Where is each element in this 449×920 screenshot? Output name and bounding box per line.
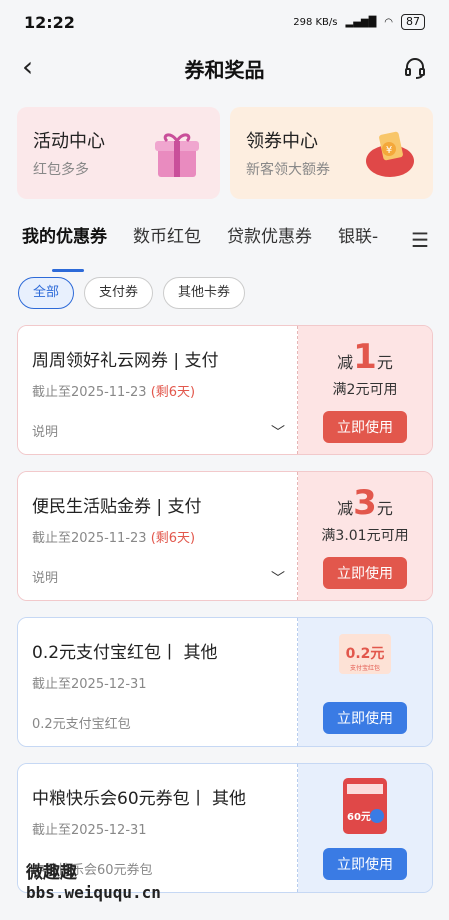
- tab-my-coupons[interactable]: 我的优惠券: [22, 222, 107, 272]
- status-bar: 12:22 298 KB/s ▂▄▆█ ◠ 87: [0, 0, 449, 44]
- coupon-date: 截止至2025-12-31: [32, 823, 147, 838]
- coupon-date: 截止至2025-12-31: [32, 677, 147, 692]
- top-bar: ‹ 券和奖品: [0, 44, 449, 92]
- status-time: 12:22: [24, 12, 75, 32]
- coupon-remaining: (剩6天): [150, 385, 196, 400]
- tab-digital-red-packets[interactable]: 数币红包: [133, 222, 201, 262]
- coupon-remaining: (剩6天): [150, 531, 196, 546]
- coupon-tabs: 我的优惠券 数币红包 贷款优惠券 银联- ☰: [22, 222, 449, 272]
- gift-box-icon: [155, 133, 199, 177]
- activity-center-card[interactable]: 活动中心 红包多多: [17, 107, 220, 199]
- coupon-name: 中粮快乐会60元券包丨 其他: [32, 789, 247, 809]
- coupon-card: 周周领好礼云网券 | 支付 截止至2025-11-23 (剩6天) 说明 ﹀ 减…: [17, 325, 433, 455]
- coupon-center-card[interactable]: 领券中心 新客领大额券 ¥: [230, 107, 433, 199]
- coupon-pack-image: 60元: [343, 778, 387, 834]
- coupon-date: 截止至2025-11-23: [32, 531, 147, 546]
- amount-prefix: 减: [337, 499, 354, 518]
- watermark-line1: 微趣趣: [26, 863, 77, 883]
- customer-service-icon[interactable]: [403, 56, 427, 80]
- svg-text:¥: ¥: [386, 145, 392, 156]
- battery-icon: 87: [401, 14, 425, 30]
- coupon-name: 便民生活贴金券 | 支付: [32, 497, 202, 517]
- coupon-desc[interactable]: 说明: [32, 567, 58, 586]
- filter-all[interactable]: 全部: [18, 277, 75, 309]
- coupon-name: 周周领好礼云网券 | 支付: [32, 351, 219, 371]
- red-envelope-icon: ¥: [366, 131, 414, 177]
- coupon-amount: 减3元: [337, 483, 393, 523]
- status-icons: 298 KB/s ▂▄▆█ ◠ 87: [293, 14, 425, 30]
- use-now-button[interactable]: 立即使用: [323, 702, 407, 734]
- use-now-button[interactable]: 立即使用: [323, 411, 407, 443]
- coupon-card: 0.2元支付宝红包丨 其他 截止至2025-12-31 0.2元支付宝红包 0.…: [17, 617, 433, 747]
- menu-icon[interactable]: ☰: [411, 228, 429, 252]
- watermark-line2: bbs.weiququ.cn: [26, 883, 161, 902]
- thumb-amount: 0.2元: [346, 646, 385, 662]
- chevron-down-icon[interactable]: ﹀: [271, 568, 285, 588]
- alipay-red-packet-image: 0.2元支付宝红包: [339, 634, 391, 674]
- amount-prefix: 减: [337, 353, 354, 372]
- coupon-amount: 减1元: [337, 337, 393, 377]
- coupon-name: 0.2元支付宝红包丨 其他: [32, 643, 218, 663]
- thumb-amount: 60元: [347, 811, 371, 823]
- coupon-desc: 0.2元支付宝红包: [32, 717, 131, 732]
- promo-cards: 活动中心 红包多多 领券中心 新客领大额券 ¥: [17, 107, 433, 199]
- page-title: 券和奖品: [184, 57, 265, 82]
- tab-loan-coupons[interactable]: 贷款优惠券: [227, 222, 312, 262]
- filter-payment[interactable]: 支付券: [84, 277, 154, 309]
- amount-unit: 元: [376, 499, 393, 518]
- filter-other[interactable]: 其他卡券: [163, 277, 246, 309]
- filter-chips: 全部 支付券 其他卡券: [18, 277, 246, 309]
- coupon-date: 截止至2025-11-23: [32, 385, 147, 400]
- thumb-label: 支付宝红包: [350, 664, 380, 672]
- amount-value: 1: [353, 337, 377, 377]
- amount-value: 3: [353, 483, 377, 523]
- signal-icon: ▂▄▆█: [345, 16, 377, 28]
- back-icon[interactable]: ‹: [22, 53, 50, 82]
- amount-unit: 元: [376, 353, 393, 372]
- coupon-condition: 满2元可用: [332, 382, 398, 398]
- use-now-button[interactable]: 立即使用: [323, 557, 407, 589]
- watermark: 微趣趣 bbs.weiququ.cn: [26, 858, 161, 902]
- coupon-desc[interactable]: 说明: [32, 421, 58, 440]
- wifi-icon: ◠: [384, 16, 393, 28]
- use-now-button[interactable]: 立即使用: [323, 848, 407, 880]
- coupon-condition: 满3.01元可用: [321, 528, 409, 544]
- tab-unionpay[interactable]: 银联-: [338, 222, 378, 262]
- network-speed: 298 KB/s: [293, 16, 338, 28]
- chevron-down-icon[interactable]: ﹀: [271, 422, 285, 442]
- coupon-card: 便民生活贴金券 | 支付 截止至2025-11-23 (剩6天) 说明 ﹀ 减3…: [17, 471, 433, 601]
